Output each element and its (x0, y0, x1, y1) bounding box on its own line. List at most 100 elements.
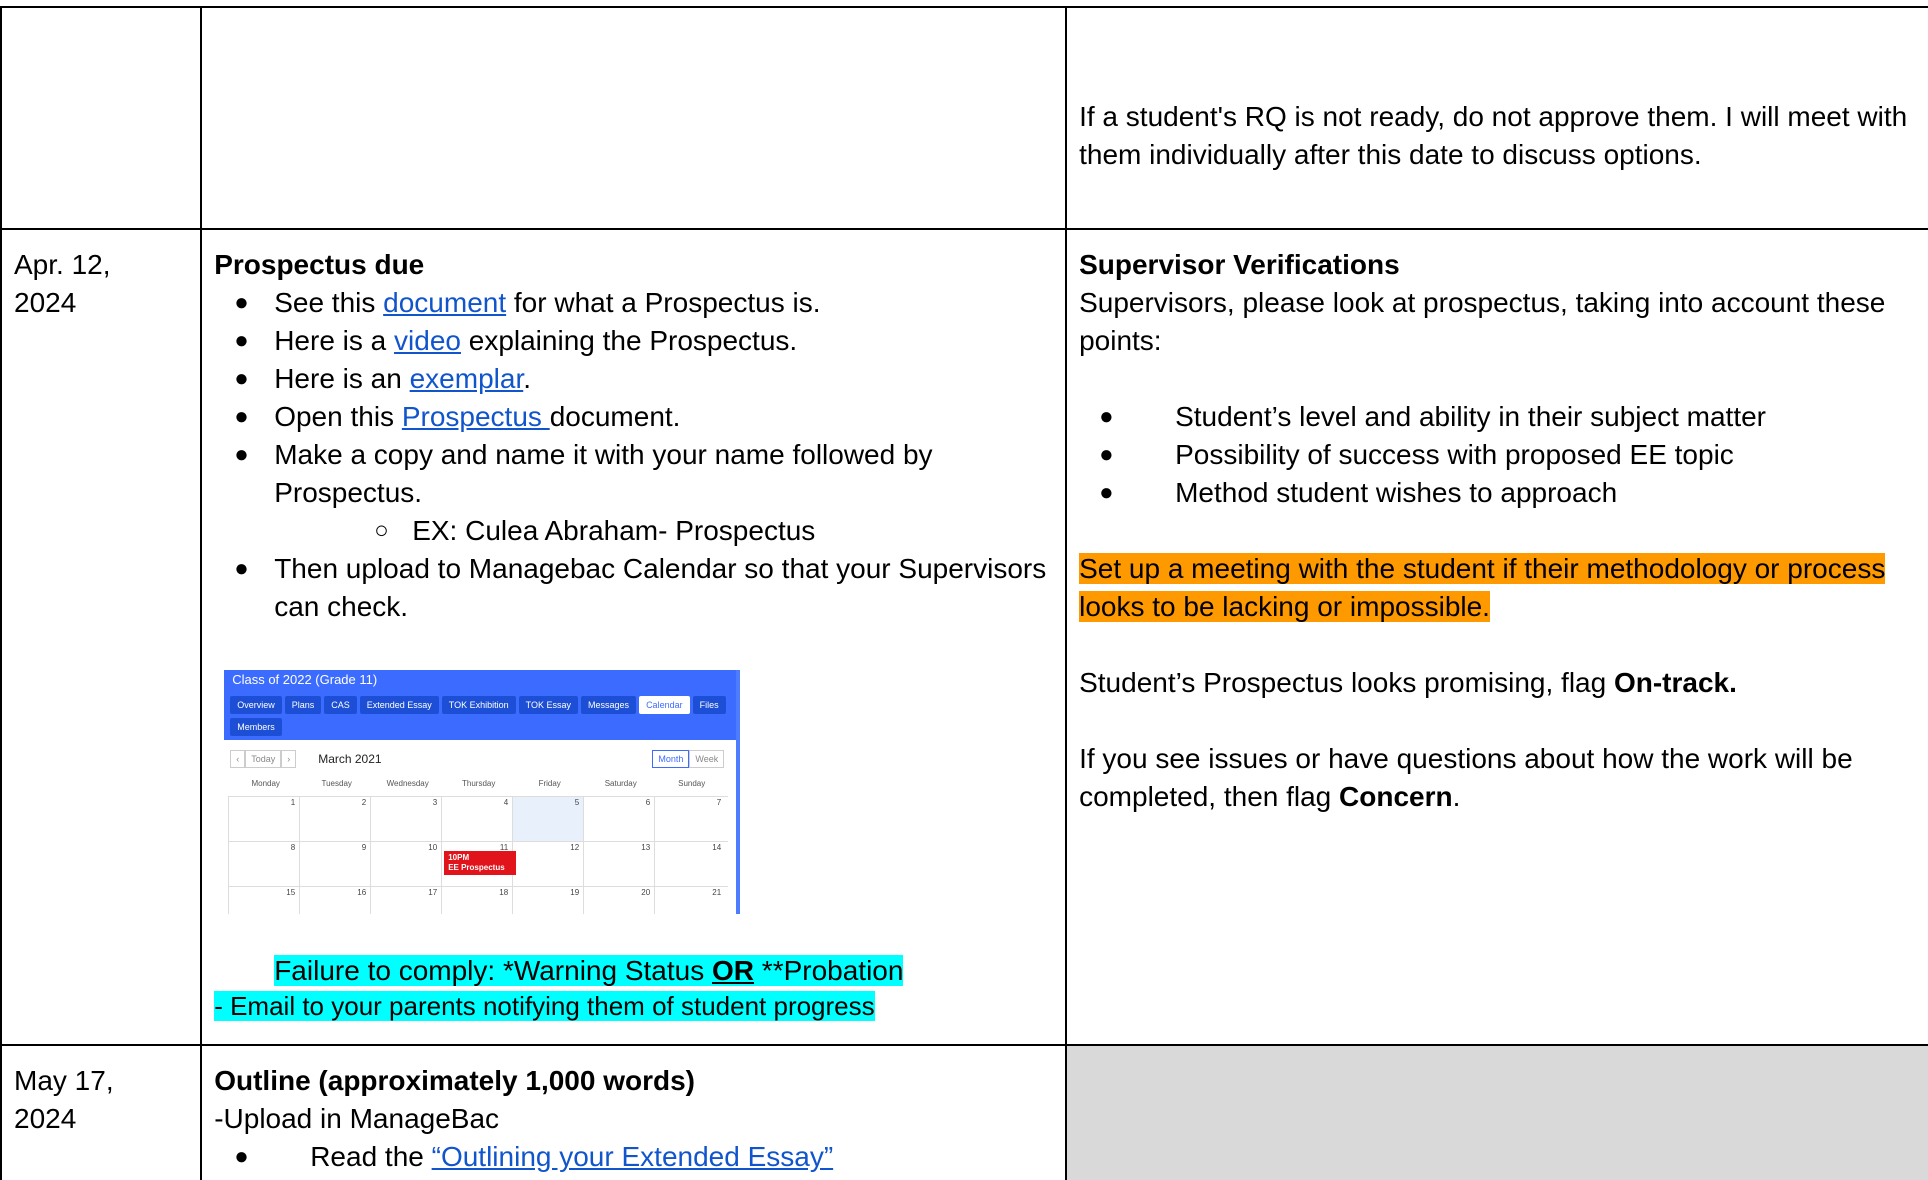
video-link[interactable]: video (394, 325, 461, 356)
ontrack-text: Student’s Prospectus looks promising, fl… (1079, 667, 1614, 698)
list-text: Open this (274, 401, 402, 432)
list-item: See this document for what a Prospectus … (214, 284, 1053, 322)
calendar-day: 2 (299, 797, 370, 841)
calendar-day: 13 (583, 842, 654, 886)
task-list: See this document for what a Prospectus … (214, 284, 1053, 626)
tab-tok-exhibition: TOK Exhibition (441, 696, 516, 714)
concern-text: If you see issues or have questions abou… (1079, 743, 1853, 812)
calendar-day: 20 (583, 887, 654, 914)
month-view-button: Month (652, 750, 690, 768)
calendar-day: 17 (370, 887, 441, 914)
table-row: If a student's RQ is not ready, do not a… (0, 6, 1928, 230)
tab-cas: CAS (324, 696, 357, 714)
concern-flag: Concern (1339, 781, 1453, 812)
calendar-day: 5 (512, 797, 584, 841)
weekday-label: Thursday (462, 779, 496, 788)
failure-email-notice: - Email to your parents notifying them o… (214, 989, 1053, 1023)
document-page: If a student's RQ is not ready, do not a… (0, 0, 1928, 1180)
or-text: OR (712, 955, 755, 986)
tab-tok-essay: TOK Essay (518, 696, 579, 714)
calendar-day: 14 (654, 842, 725, 886)
supervisor-intro: Supervisors, please look at prospectus, … (1079, 287, 1886, 356)
weekday-label: Monday (251, 779, 280, 788)
failure-text: Failure to comply: *Warning Status OR **… (274, 955, 904, 986)
list-item: Make a copy and name it with your name f… (214, 436, 1053, 512)
list-text: Read the (310, 1141, 432, 1172)
weekday-label: Sunday (678, 779, 706, 788)
meeting-note: Set up a meeting with the student if the… (1079, 550, 1916, 626)
task-cell: Outline (approximately 1,000 words) -Upl… (200, 1044, 1068, 1180)
exemplar-link[interactable]: exemplar (410, 363, 524, 394)
event-name: EE Prospectus (448, 863, 505, 872)
list-text: Here is a (274, 325, 395, 356)
tab-messages: Messages (581, 696, 637, 714)
ontrack-note: Student’s Prospectus looks promising, fl… (1079, 664, 1916, 702)
list-item: Method student wishes to approach (1079, 474, 1916, 512)
calendar-day: 16 (299, 887, 370, 914)
screenshot-title: Class of 2022 (Grade 11) (232, 672, 378, 687)
weekday-label: Tuesday (321, 779, 352, 788)
date-text: 2024 (14, 287, 77, 318)
document-link[interactable]: document (383, 287, 506, 318)
list-text: explaining the Prospectus. (460, 325, 798, 356)
supervisor-cell: If a student's RQ is not ready, do not a… (1065, 6, 1928, 230)
date-text: Apr. 12, (14, 249, 111, 280)
task-line: -Upload in ManageBac (214, 1103, 500, 1134)
table-row: May 17, 2024 Outline (approximately 1,00… (0, 1044, 1928, 1180)
tab-extended-essay: Extended Essay (359, 696, 439, 714)
calendar-day: 18 (441, 887, 512, 914)
weekday-label: Friday (538, 779, 561, 788)
tab-calendar: Calendar (639, 696, 690, 714)
list-text: document. (549, 401, 681, 432)
weekday-headers: Monday Tuesday Wednesday Thursday Friday Satu… (230, 778, 730, 790)
list-item: Here is a video explaining the Prospectu… (214, 322, 1053, 360)
calendar-event: 10PM EE Prospectus (444, 851, 517, 875)
supervisor-cell (1065, 1044, 1928, 1180)
task-heading: Outline (approximately 1,000 words) (214, 1065, 696, 1096)
outlining-guide-link[interactable]: “Outlining your Extended Essay” (432, 1141, 834, 1172)
supervisor-heading: Supervisor Verifications (1079, 249, 1400, 280)
calendar-week: 1 2 3 4 5 6 7 (228, 796, 729, 841)
task-list: Read the “Outlining your Extended Essay” (214, 1138, 1053, 1176)
calendar-day: 4 (441, 797, 512, 841)
list-item: Possibility of success with proposed EE … (1079, 436, 1916, 474)
ontrack-flag: On-track. (1613, 667, 1737, 698)
calendar-day: 8 (228, 842, 299, 886)
calendar-day: 15 (228, 887, 299, 914)
calendar-day: 1 (228, 797, 299, 841)
calendar-day: 21 (654, 887, 725, 914)
supervisor-cell: Supervisor Verifications Supervisors, pl… (1065, 228, 1928, 1046)
weekday-label: Wednesday (386, 779, 429, 788)
tab-files: Files (692, 696, 726, 714)
failure-notice: Failure to comply: *Warning Status OR **… (214, 952, 1053, 989)
task-cell: Prospectus due See this document for wha… (200, 228, 1068, 1046)
table-row: Apr. 12, 2024 Prospectus due See this do… (0, 228, 1928, 1046)
tab-plans: Plans (284, 696, 322, 714)
meeting-note-text: Set up a meeting with the student if the… (1079, 553, 1886, 622)
failure-email-text: - Email to your parents notifying them o… (214, 991, 875, 1021)
approval-note: If a student's RQ is not ready, do not a… (1079, 101, 1908, 170)
date-cell: Apr. 12, 2024 (0, 228, 203, 1046)
prospectus-link[interactable]: Prospectus (402, 401, 550, 432)
chevron-left-icon: ‹ (230, 750, 246, 768)
view-switch: Month Week (652, 750, 725, 768)
failure-text-post: **Probation (754, 955, 904, 986)
calendar-day: 7 (654, 797, 725, 841)
list-item: Then upload to Managebac Calendar so tha… (214, 550, 1053, 626)
list-item: Open this Prospectus document. (214, 398, 1053, 436)
calendar-day: 9 (299, 842, 370, 886)
calendar-grid: 1 2 3 4 5 6 7 8 9 10 11 12 13 14 15 16 1… (228, 796, 729, 914)
date-text: May 17, (14, 1065, 114, 1096)
screenshot-calendar-nav: ‹ Today › March 2021 Month Week (230, 750, 730, 768)
calendar-week: 15 16 17 18 19 20 21 (228, 886, 729, 914)
screenshot-tabs: Overview Plans CAS Extended Essay TOK Exhibi… (230, 696, 730, 740)
task-heading: Prospectus due (214, 249, 425, 280)
list-item: Here is an exemplar. (214, 360, 1053, 398)
concern-text-post: . (1452, 781, 1461, 812)
week-view-button: Week (689, 750, 725, 768)
managebac-calendar-screenshot: Class of 2022 (Grade 11) Overview Plans CA… (224, 670, 741, 914)
supervisor-points: Student’s level and ability in their sub… (1079, 398, 1916, 512)
list-text: Here is an (274, 363, 410, 394)
chevron-right-icon: › (281, 750, 297, 768)
calendar-day: 6 (583, 797, 654, 841)
